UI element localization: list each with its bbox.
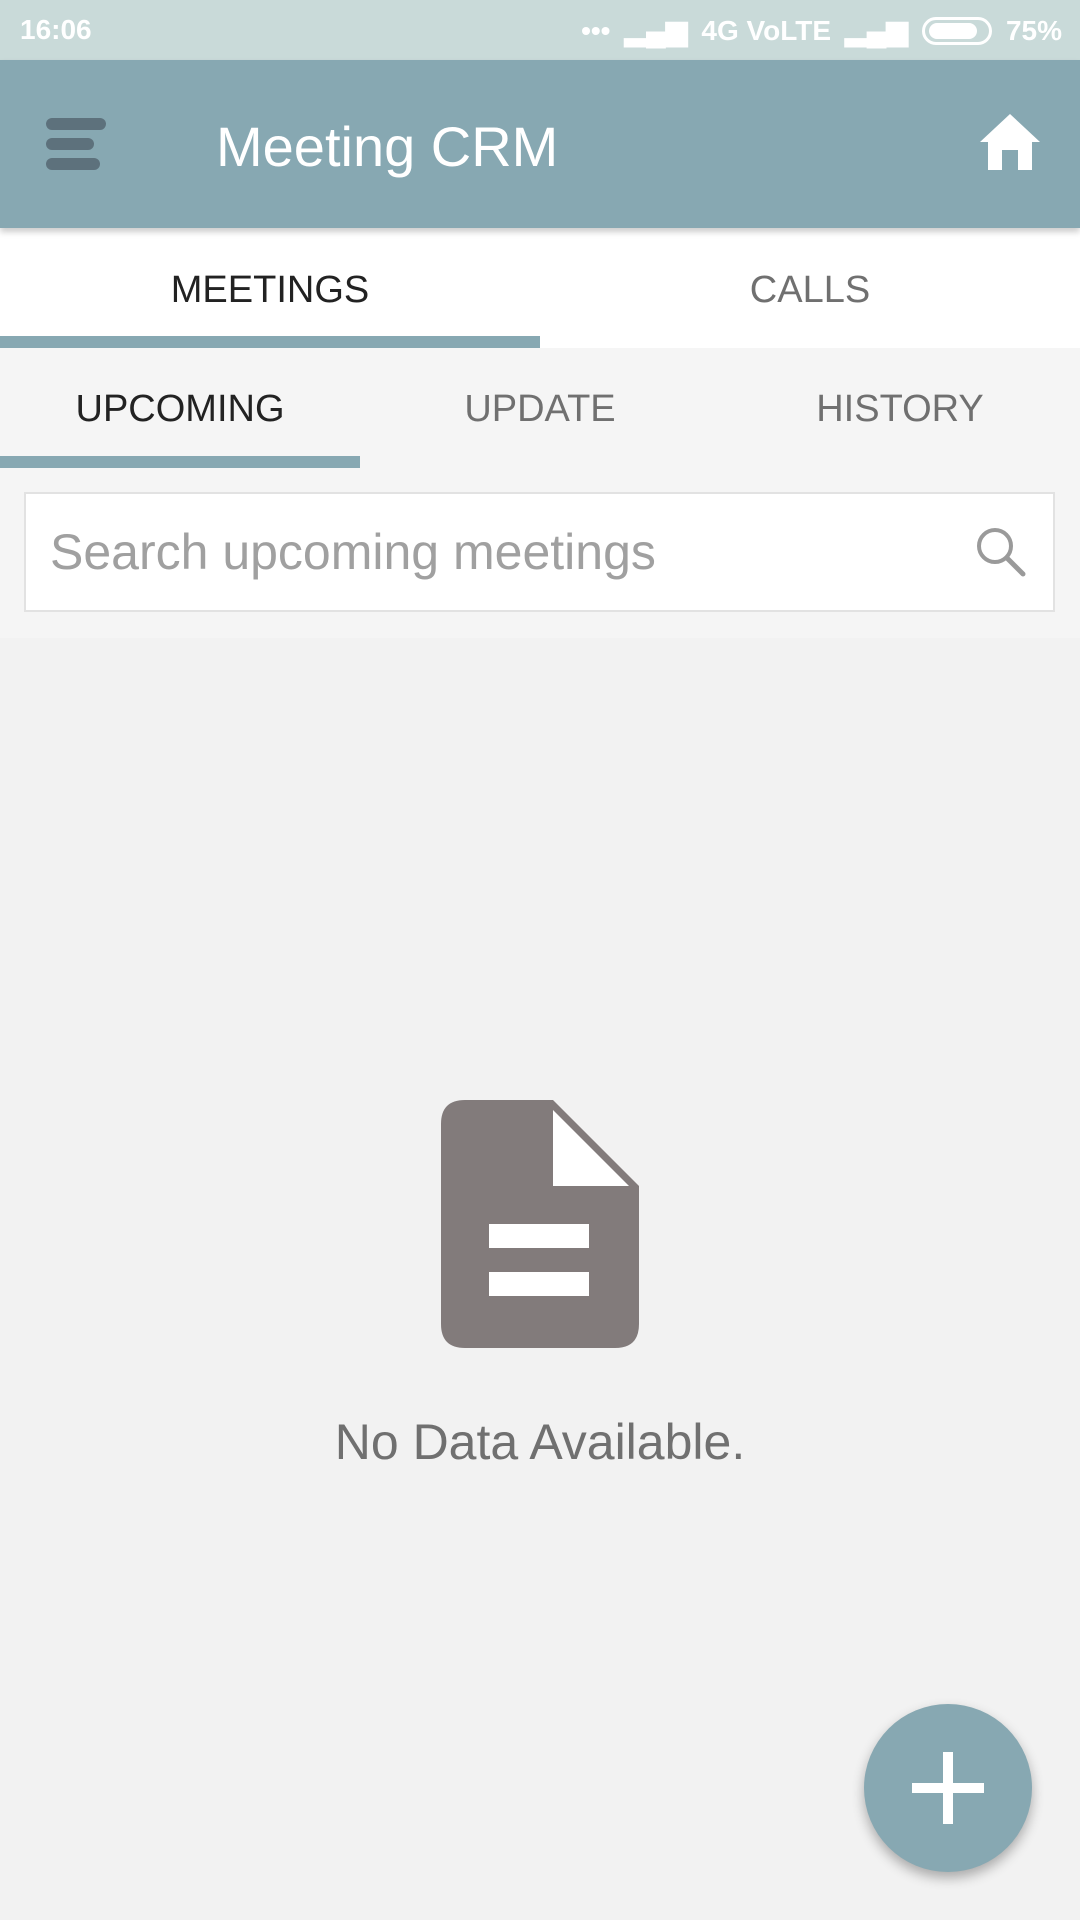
main-tabs: MEETINGS CALLS: [0, 228, 1080, 348]
empty-message: No Data Available.: [334, 1414, 746, 1470]
more-dots-icon: •••: [581, 14, 611, 46]
tab-update[interactable]: UPDATE: [360, 348, 720, 468]
tab-indicator: [0, 336, 540, 348]
tab-meetings[interactable]: MEETINGS: [0, 228, 540, 348]
home-icon[interactable]: [980, 114, 1040, 170]
hamburger-icon[interactable]: [46, 118, 120, 174]
battery-percent: 75%: [1005, 14, 1062, 46]
app-bar: Meeting CRM: [0, 60, 1080, 228]
search-box: [24, 492, 1055, 612]
battery-icon: [921, 16, 992, 45]
signal-icon: ▂▄▆: [845, 15, 908, 46]
subtab-indicator: [0, 456, 360, 468]
search-icon[interactable]: [973, 524, 1029, 580]
document-icon: [441, 1100, 639, 1348]
search-area: [0, 468, 1080, 638]
signal-icon: ▂▄▆: [624, 15, 688, 46]
sub-tabs: UPCOMING UPDATE HISTORY: [0, 348, 1080, 468]
tab-history[interactable]: HISTORY: [720, 348, 1080, 468]
empty-state: No Data Available.: [0, 1100, 1080, 1471]
plus-icon: [912, 1752, 984, 1824]
tab-upcoming[interactable]: UPCOMING: [0, 348, 360, 468]
status-bar: 16:06 ••• ▂▄▆ 4G VoLTE ▂▄▆ 75%: [0, 0, 1080, 60]
tab-calls[interactable]: CALLS: [540, 228, 1080, 348]
search-input[interactable]: [50, 523, 973, 581]
network-type: 4G VoLTE: [701, 14, 832, 46]
add-button[interactable]: [864, 1704, 1032, 1872]
app-title: Meeting CRM: [216, 115, 559, 178]
status-time: 16:06: [20, 14, 92, 45]
